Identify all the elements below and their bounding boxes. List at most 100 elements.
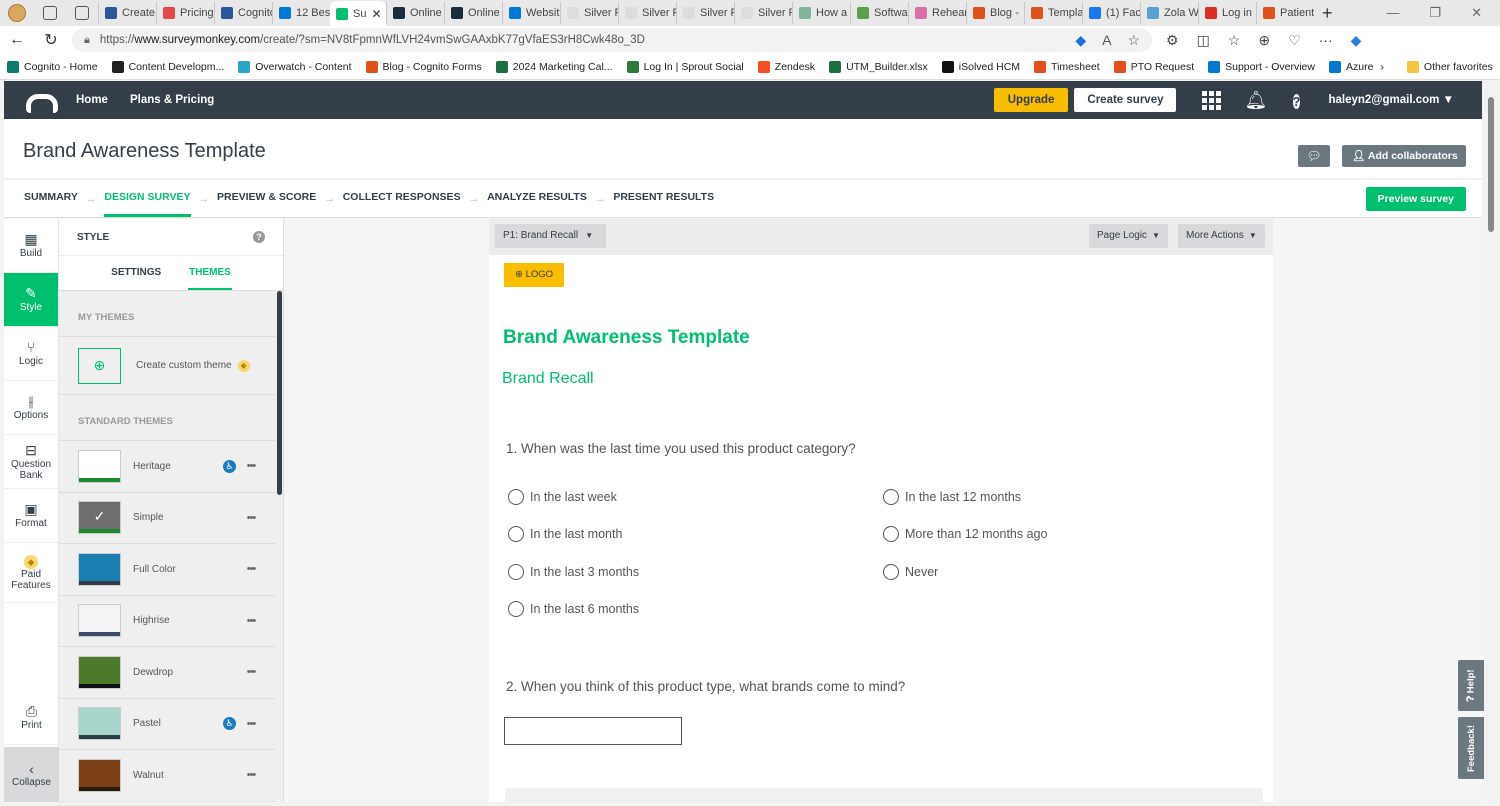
page-scrollbar[interactable] — [1486, 81, 1496, 802]
create-survey-button[interactable]: Create survey — [1074, 88, 1177, 112]
bookmark[interactable]: Cognito - Home — [0, 60, 105, 73]
browser-tab[interactable]: Patient — [1256, 2, 1314, 24]
page-selector[interactable]: P1: Brand Recall ▼ — [495, 224, 606, 248]
radio-button[interactable] — [508, 563, 524, 580]
browser-tab[interactable]: Online — [444, 2, 502, 24]
question-2-title[interactable]: 2. When you think of this product type, … — [506, 679, 905, 694]
more-options-icon[interactable]: ••• — [240, 718, 262, 730]
step-summary[interactable]: SUMMARY — [24, 180, 78, 218]
bookmark[interactable]: UTM_Builder.xlsx — [822, 60, 935, 73]
scrollbar-thumb[interactable] — [1488, 97, 1494, 232]
page-title[interactable]: Brand Recall — [502, 370, 594, 388]
page-logic-button[interactable]: Page Logic ▼ — [1089, 224, 1168, 248]
question-1-title[interactable]: 1. When was the last time you used this … — [506, 441, 856, 456]
restore-icon[interactable]: ❐ — [1429, 5, 1441, 21]
browser-essentials-icon[interactable]: ♡ — [1288, 32, 1301, 49]
browser-tab[interactable]: Websit — [502, 2, 560, 24]
step-present-results[interactable]: PRESENT RESULTS — [613, 180, 714, 218]
collections-icon[interactable]: ⊕ — [1258, 32, 1270, 49]
radio-button[interactable] — [883, 563, 899, 580]
step-preview-score[interactable]: PREVIEW & SCORE — [217, 180, 316, 218]
survey-title-heading[interactable]: Brand Awareness Template — [503, 327, 750, 349]
rail-paid-features[interactable]: ◆ Paid Features — [4, 543, 58, 603]
more-options-icon[interactable]: ••• — [240, 460, 262, 472]
notifications-bell-icon[interactable]: 🔔︎ — [1244, 90, 1267, 111]
tab-themes[interactable]: THEMES — [188, 256, 232, 290]
minimize-icon[interactable]: — — [1386, 5, 1399, 21]
more-options-icon[interactable]: ••• — [240, 563, 262, 575]
help-icon[interactable]: ? — [253, 231, 265, 243]
bookmark[interactable]: Azure — [1322, 60, 1380, 73]
theme-item[interactable]: Pastel ♿︎ ••• — [59, 699, 276, 750]
step-collect-responses[interactable]: COLLECT RESPONSES — [343, 180, 461, 218]
preview-survey-button[interactable]: Preview survey — [1365, 187, 1466, 211]
favorite-star-icon[interactable]: ☆ — [1127, 32, 1140, 49]
browser-tab[interactable]: Rehear — [908, 2, 966, 24]
radio-button[interactable] — [883, 526, 899, 543]
browser-tab[interactable]: Zola W — [1140, 2, 1198, 24]
bookmark[interactable]: Blog - Cognito Forms — [359, 60, 489, 73]
bookmark[interactable]: Support - Overview — [1201, 60, 1322, 73]
browser-tab[interactable]: Su ✕ — [330, 1, 386, 26]
other-favorites[interactable]: Other favorites — [1400, 60, 1500, 73]
radio-option[interactable]: In the last 6 months — [508, 591, 883, 629]
theme-item[interactable]: Full Color ••• — [59, 544, 276, 596]
upgrade-button[interactable]: Upgrade — [993, 88, 1069, 112]
browser-tab[interactable]: Silver F — [676, 2, 734, 24]
refresh-icon[interactable]: ↻ — [34, 30, 68, 50]
bookmark[interactable]: iSolved HCM — [935, 60, 1027, 73]
radio-option[interactable]: More than 12 months ago — [883, 516, 1228, 554]
radio-option[interactable]: In the last week — [508, 478, 883, 516]
more-options-icon[interactable]: ••• — [240, 512, 262, 524]
add-logo-button[interactable]: ⊕ LOGO — [504, 263, 564, 287]
favorites-icon[interactable]: ☆ — [1228, 32, 1241, 49]
radio-option[interactable]: In the last 12 months — [883, 478, 1228, 516]
browser-tab[interactable]: Cognito — [214, 2, 272, 24]
theme-item[interactable]: ✓ Simple ••• — [59, 493, 276, 544]
browser-tab[interactable]: Softwa — [850, 2, 908, 24]
add-collaborators-button[interactable]: 👤︎ Add collaborators — [1342, 145, 1466, 167]
rail-options[interactable]: ⫲ Options — [4, 381, 58, 435]
read-aloud-icon[interactable]: A — [1102, 32, 1111, 49]
browser-tab[interactable]: Online — [386, 2, 444, 24]
more-options-icon[interactable]: ••• — [240, 615, 262, 627]
user-menu[interactable]: haleyn2@gmail.com ▼ — [1328, 94, 1454, 106]
browser-tab[interactable]: Templa — [1024, 2, 1082, 24]
radio-option[interactable]: In the last 3 months — [508, 553, 883, 591]
close-window-icon[interactable]: ✕ — [1471, 5, 1482, 21]
bookmarks-overflow-icon[interactable]: › — [1380, 61, 1384, 73]
bookmark[interactable]: Overwatch - Content — [231, 60, 358, 73]
more-options-icon[interactable]: ••• — [240, 769, 262, 781]
browser-tab[interactable]: How a — [792, 2, 850, 24]
theme-item[interactable]: Heritage ♿︎ ••• — [59, 441, 276, 493]
rail-print[interactable]: ⎙ Print — [4, 691, 59, 745]
browser-tab[interactable]: Log in — [1198, 2, 1256, 24]
close-tab-icon[interactable]: ✕ — [371, 7, 381, 21]
copilot-icon[interactable]: ◆ — [1351, 32, 1362, 49]
radio-button[interactable] — [508, 526, 524, 543]
browser-tab[interactable]: 12 Best — [272, 2, 330, 24]
surveymonkey-logo-icon[interactable] — [22, 90, 58, 113]
theme-item[interactable]: Highrise ••• — [59, 596, 276, 647]
url-input[interactable]: 🔒︎ https://www.surveymonkey.com/create/?… — [72, 28, 1152, 52]
rail-logic[interactable]: ⑂ Logic — [4, 327, 58, 381]
bookmark[interactable]: Timesheet — [1027, 60, 1107, 73]
nav-plans-pricing[interactable]: Plans & Pricing — [130, 94, 214, 106]
comments-button[interactable]: 💬︎ — [1298, 145, 1330, 167]
theme-item[interactable]: Dewdrop ••• — [59, 647, 276, 699]
more-actions-button[interactable]: More Actions ▼ — [1178, 224, 1265, 248]
bookmark[interactable]: 2024 Marketing Cal... — [489, 60, 620, 73]
help-icon[interactable]: ? — [1286, 90, 1306, 111]
radio-option[interactable]: Never — [883, 553, 1228, 591]
tab-actions-icon[interactable] — [75, 6, 89, 20]
browser-tab[interactable]: Create — [98, 2, 156, 24]
radio-button[interactable] — [508, 601, 524, 618]
theme-item[interactable]: Walnut ••• — [59, 750, 276, 802]
radio-button[interactable] — [508, 488, 524, 505]
apps-grid-icon[interactable] — [1202, 90, 1222, 110]
more-options-icon[interactable]: ••• — [240, 666, 262, 678]
browser-tab[interactable]: Silver F — [560, 2, 618, 24]
feedback-tab[interactable]: Feedback! — [1458, 717, 1484, 779]
workspaces-icon[interactable] — [43, 6, 57, 20]
bookmark[interactable]: Content Developm... — [105, 60, 232, 73]
